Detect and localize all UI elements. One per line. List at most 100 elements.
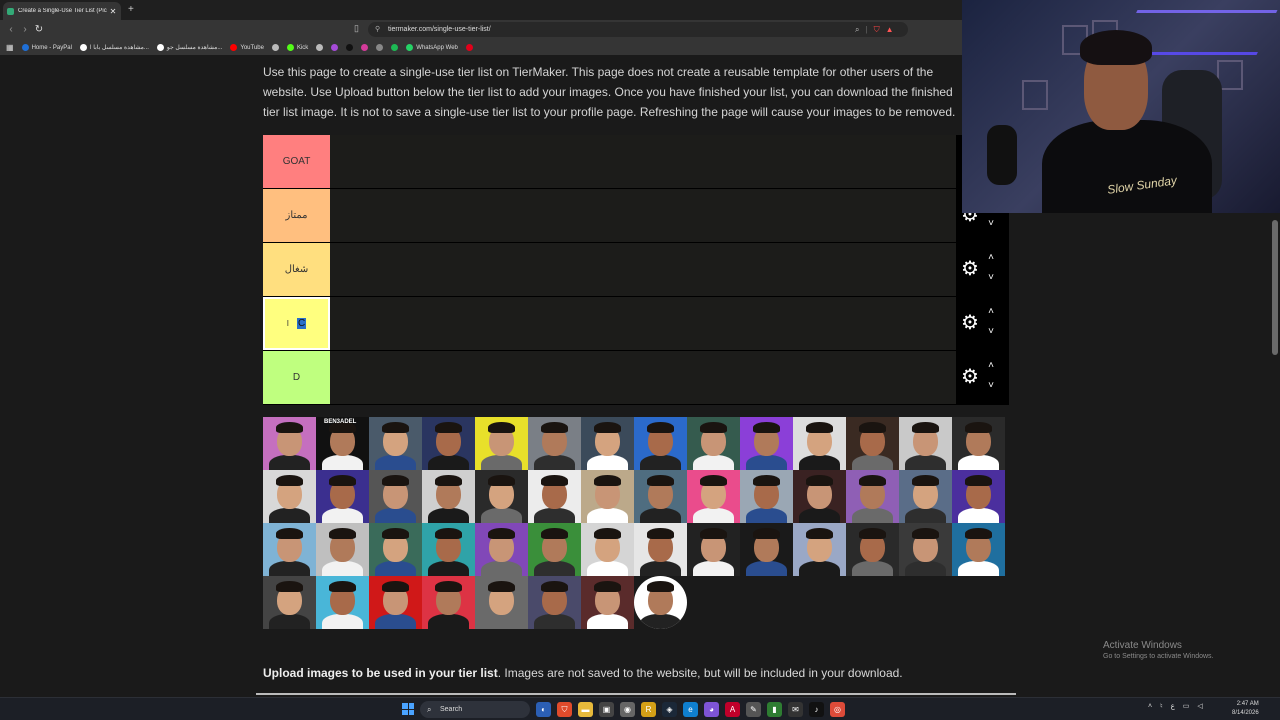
- tiktok-icon[interactable]: ♪: [809, 702, 824, 717]
- bookmark-item[interactable]: WhatsApp Web: [406, 44, 458, 51]
- tier-item-image[interactable]: [687, 470, 740, 523]
- tier-item-image[interactable]: [740, 523, 793, 576]
- tier-item-image[interactable]: [793, 470, 846, 523]
- copilot-icon[interactable]: ◐: [536, 702, 551, 717]
- tier-item-image[interactable]: [422, 523, 475, 576]
- chevron-down-icon[interactable]: ˅: [984, 218, 998, 230]
- tier-item-image[interactable]: [475, 417, 528, 470]
- tier-item-image[interactable]: [528, 417, 581, 470]
- network-icon[interactable]: ▭: [1183, 702, 1190, 710]
- bookmark-item[interactable]: [361, 44, 369, 51]
- tier-item-image[interactable]: [687, 523, 740, 576]
- chevron-down-icon[interactable]: ˅: [984, 272, 998, 284]
- bookmark-item[interactable]: Home - PayPal: [21, 44, 72, 51]
- tier-item-image[interactable]: [899, 417, 952, 470]
- app-icon[interactable]: R: [641, 702, 656, 717]
- taskbar-search[interactable]: ⌕ Search: [420, 701, 530, 718]
- tier-item-image[interactable]: [899, 470, 952, 523]
- tier-item-image[interactable]: [846, 523, 899, 576]
- bookmark-item[interactable]: [316, 44, 324, 51]
- tier-item-image[interactable]: [687, 417, 740, 470]
- tier-item-image[interactable]: [316, 523, 369, 576]
- tier-item-image[interactable]: [846, 417, 899, 470]
- app-icon[interactable]: ✎: [746, 702, 761, 717]
- tier-label[interactable]: ممتاز: [263, 189, 330, 242]
- gear-icon[interactable]: ⚙: [959, 258, 981, 280]
- bookmark-item[interactable]: YouTube: [230, 44, 264, 51]
- tier-drop-zone[interactable]: [330, 243, 956, 296]
- tier-item-image[interactable]: [475, 576, 528, 629]
- chevron-up-icon[interactable]: ˄: [984, 306, 998, 318]
- new-tab-button[interactable]: +: [128, 4, 134, 15]
- bookmark-item[interactable]: [331, 44, 339, 51]
- tier-item-image[interactable]: [422, 576, 475, 629]
- gear-icon[interactable]: ⚙: [959, 312, 981, 334]
- tab-close-icon[interactable]: ✕: [109, 7, 117, 16]
- steam-icon[interactable]: ◈: [662, 702, 677, 717]
- tier-item-image[interactable]: [263, 523, 316, 576]
- tier-drop-zone[interactable]: [330, 135, 956, 188]
- tier-item-image[interactable]: [952, 470, 1005, 523]
- microphone-icon[interactable]: ♮: [1160, 702, 1163, 710]
- tier-item-image[interactable]: [263, 417, 316, 470]
- tier-item-image[interactable]: [634, 523, 687, 576]
- tier-label[interactable]: D: [263, 351, 330, 404]
- reload-icon[interactable]: ↻: [32, 23, 46, 37]
- tier-drop-zone[interactable]: [330, 297, 956, 350]
- bookmark-item[interactable]: [346, 44, 354, 51]
- bookmark-item[interactable]: مشاهدة مسلسل بابا ا...: [79, 44, 149, 51]
- tier-item-image[interactable]: [263, 470, 316, 523]
- address-bar[interactable]: ⚲ tiermaker.com/single-use-tier-list/: [368, 22, 908, 37]
- page-scrollbar[interactable]: [1272, 220, 1278, 355]
- adobe-icon[interactable]: A: [725, 702, 740, 717]
- chevron-up-icon[interactable]: ˄: [984, 252, 998, 264]
- bookmark-item[interactable]: [271, 44, 279, 51]
- gear-icon[interactable]: ⚙: [959, 366, 981, 388]
- language-indicator[interactable]: ع: [1171, 702, 1175, 710]
- tier-item-image[interactable]: BEN3ADEL: [316, 417, 369, 470]
- tier-item-image[interactable]: [422, 417, 475, 470]
- tier-item-image[interactable]: [952, 523, 1005, 576]
- tier-item-image[interactable]: [740, 470, 793, 523]
- zoom-icon[interactable]: ⌕: [855, 25, 859, 35]
- forward-arrow-icon[interactable]: ›: [18, 23, 32, 37]
- tier-label[interactable]: IC: [263, 297, 330, 350]
- bookmark-item[interactable]: مشاهدة مسلسل جو...: [156, 44, 222, 51]
- tier-item-image[interactable]: [528, 470, 581, 523]
- tier-drop-zone[interactable]: [330, 189, 956, 242]
- tier-label[interactable]: GOAT: [263, 135, 330, 188]
- tier-item-image[interactable]: [581, 417, 634, 470]
- tier-item-image[interactable]: [316, 576, 369, 629]
- obs-icon[interactable]: ◉: [620, 702, 635, 717]
- tier-item-image[interactable]: [846, 470, 899, 523]
- tier-item-image[interactable]: [634, 417, 687, 470]
- store-icon[interactable]: ▣: [599, 702, 614, 717]
- chevron-down-icon[interactable]: ˅: [984, 326, 998, 338]
- tier-item-image[interactable]: [634, 576, 687, 629]
- bookmark-item[interactable]: [376, 44, 384, 51]
- tray-chevron-icon[interactable]: ˄: [1148, 703, 1152, 710]
- brave-rewards-icon[interactable]: ▲: [886, 25, 894, 34]
- edge-icon[interactable]: e: [683, 702, 698, 717]
- tier-item-image[interactable]: [581, 470, 634, 523]
- app-icon[interactable]: ▮: [767, 702, 782, 717]
- chevron-down-icon[interactable]: ˅: [984, 380, 998, 392]
- apps-grid-icon[interactable]: ▦: [6, 43, 14, 52]
- windows-start-icon[interactable]: [402, 703, 414, 715]
- volume-icon[interactable]: ◁: [1197, 702, 1202, 710]
- tier-item-image[interactable]: [634, 470, 687, 523]
- app-icon[interactable]: ✉: [788, 702, 803, 717]
- tier-drop-zone[interactable]: [330, 351, 956, 404]
- tier-item-image[interactable]: [581, 523, 634, 576]
- back-arrow-icon[interactable]: ‹: [4, 23, 18, 37]
- taskbar-clock[interactable]: 2:47 AM 8/14/2026: [1232, 700, 1259, 718]
- file-explorer-icon[interactable]: ▬: [578, 702, 593, 717]
- brave-browser-icon[interactable]: ⛉: [557, 702, 572, 717]
- tier-item-image[interactable]: [475, 523, 528, 576]
- chevron-up-icon[interactable]: ˄: [984, 360, 998, 372]
- tier-item-image[interactable]: [369, 470, 422, 523]
- bookmark-tab-icon[interactable]: ▯: [354, 23, 359, 34]
- tier-item-image[interactable]: [316, 470, 369, 523]
- tier-item-image[interactable]: [369, 417, 422, 470]
- tier-item-image[interactable]: [369, 576, 422, 629]
